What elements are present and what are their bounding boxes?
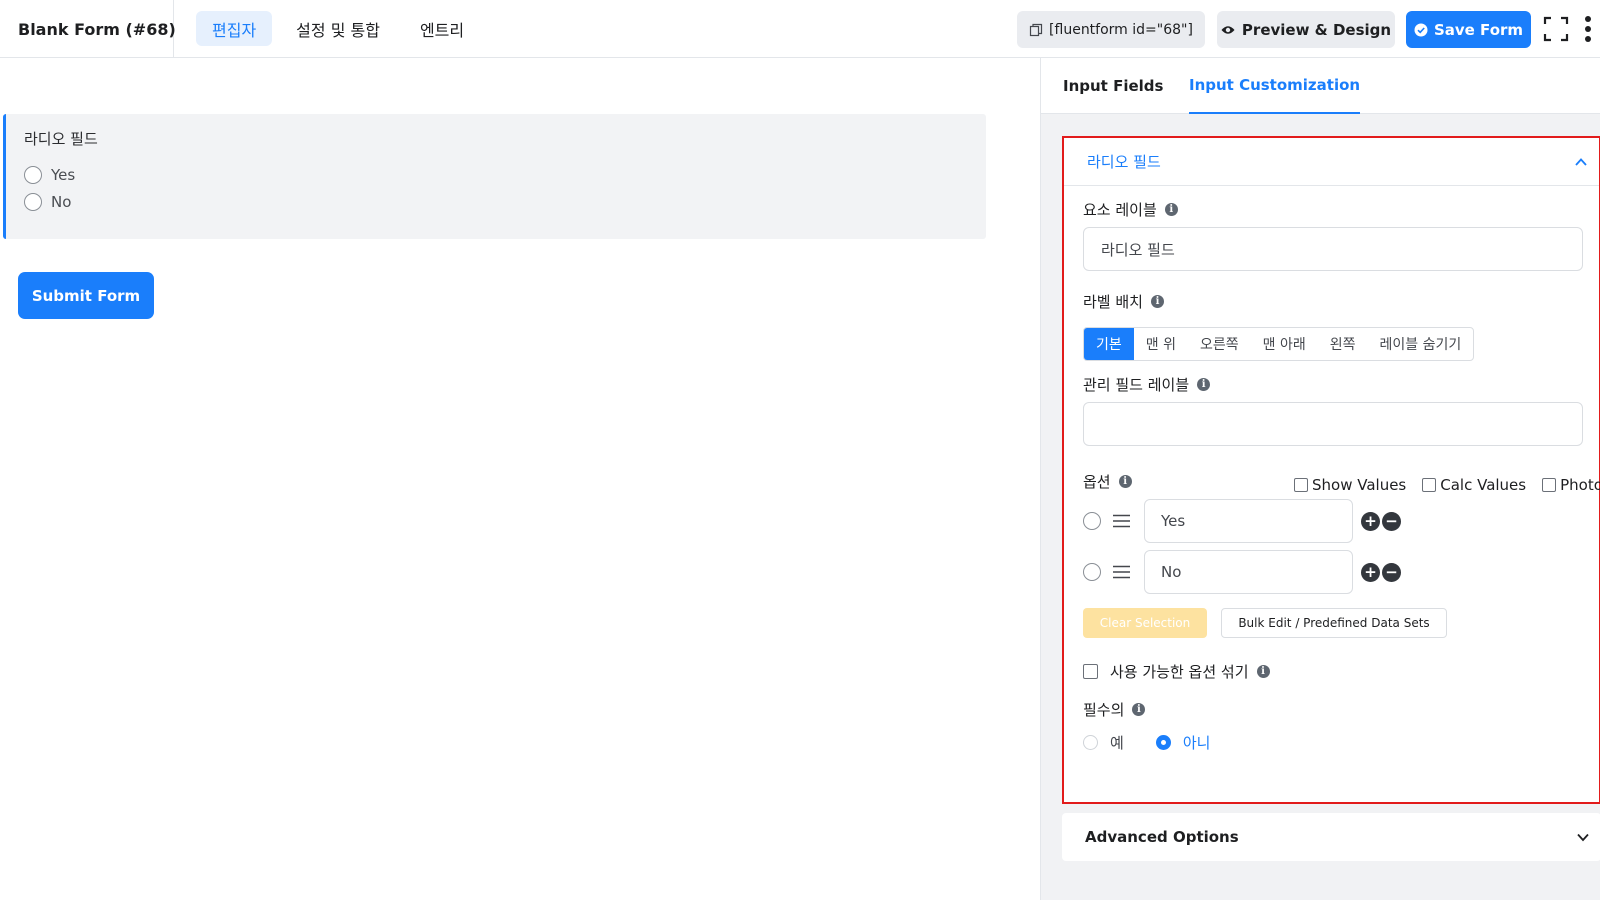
tab-input-fields[interactable]: Input Fields: [1063, 58, 1163, 114]
option-item-no: No + −: [1083, 550, 1401, 594]
option-item-yes: Yes + −: [1083, 499, 1401, 543]
checkbox[interactable]: [1422, 478, 1437, 492]
radio-option-label: Yes: [51, 166, 76, 184]
shuffle-options-row[interactable]: 사용 가능한 옵션 섞기 i: [1083, 661, 1270, 682]
calc-values-label: Calc Values: [1440, 476, 1527, 494]
required-no-radio[interactable]: 아니: [1155, 732, 1211, 753]
add-option-icon[interactable]: +: [1361, 511, 1380, 531]
required-text: 필수의: [1083, 701, 1125, 719]
bulk-edit-button[interactable]: Bulk Edit / Predefined Data Sets: [1221, 608, 1447, 638]
shuffle-checkbox[interactable]: [1083, 664, 1098, 679]
element-label-heading: 요소 레이블 i: [1083, 199, 1178, 220]
chevron-up-icon[interactable]: [1573, 154, 1589, 170]
editor-tabs: 편집자 설정 및 통합 엔트리: [196, 11, 480, 46]
tab-entries[interactable]: 엔트리: [404, 11, 480, 46]
advanced-options-label: Advanced Options: [1085, 828, 1239, 846]
admin-label-heading: 관리 필드 레이블 i: [1083, 374, 1211, 395]
default-select-radio[interactable]: [1083, 563, 1101, 581]
radio-option-no[interactable]: No: [24, 193, 71, 211]
radio-circle[interactable]: [24, 166, 42, 184]
required-yes-radio[interactable]: 예: [1083, 732, 1124, 753]
admin-label-input[interactable]: [1083, 402, 1583, 446]
placement-left[interactable]: 왼쪽: [1318, 328, 1368, 360]
clear-selection-button[interactable]: Clear Selection: [1083, 608, 1207, 638]
options-heading: 옵션 i: [1083, 471, 1132, 492]
checkbox[interactable]: [1542, 478, 1557, 492]
option-value-input[interactable]: Yes: [1144, 499, 1353, 543]
info-icon[interactable]: i: [1150, 295, 1164, 308]
placement-default[interactable]: 기본: [1084, 328, 1134, 360]
preview-design-button[interactable]: Preview & Design: [1217, 11, 1395, 48]
preview-design-label: Preview & Design: [1241, 20, 1392, 39]
show-values-checkbox[interactable]: Show Values: [1294, 476, 1406, 494]
radio-checked[interactable]: [1155, 735, 1171, 750]
shortcode-text: [fluentform id="68"]: [1049, 21, 1193, 38]
form-title: Blank Form (#68): [0, 0, 176, 58]
copy-icon: [1029, 23, 1043, 36]
submit-form-button[interactable]: Submit Form: [18, 272, 154, 319]
element-label-input[interactable]: 라디오 필드: [1083, 227, 1583, 271]
radio-option-yes[interactable]: Yes: [24, 166, 75, 184]
eye-icon: [1221, 25, 1235, 34]
element-label-text: 요소 레이블: [1083, 201, 1157, 219]
save-form-button[interactable]: Save Form: [1406, 11, 1531, 48]
radio-field-settings: 라디오 필드 요소 레이블 i 라디오 필드 라벨 배치 i 기본 맨 위 오른…: [1062, 136, 1600, 804]
drag-handle-icon[interactable]: [1113, 514, 1130, 528]
settings-panel: Input Fields Input Customization 라디오 필드 …: [1040, 58, 1600, 900]
options-text: 옵션: [1083, 473, 1111, 491]
photo-label: Photo: [1560, 476, 1600, 494]
remove-option-icon[interactable]: −: [1382, 511, 1401, 531]
chevron-down-icon[interactable]: [1575, 829, 1591, 845]
default-select-radio[interactable]: [1083, 512, 1101, 530]
radio-option-label: No: [51, 193, 72, 211]
info-icon[interactable]: i: [1164, 203, 1178, 216]
info-icon[interactable]: i: [1197, 378, 1211, 391]
tab-settings-integrations[interactable]: 설정 및 통합: [280, 11, 396, 46]
placement-hide-label[interactable]: 레이블 숨기기: [1367, 328, 1473, 360]
advanced-options-section[interactable]: Advanced Options: [1062, 813, 1600, 861]
admin-label-text: 관리 필드 레이블: [1083, 376, 1190, 394]
tab-editor[interactable]: 편집자: [196, 11, 273, 46]
section-title: 라디오 필드: [1087, 153, 1161, 171]
add-option-icon[interactable]: +: [1361, 562, 1380, 582]
top-bar: Blank Form (#68) 편집자 설정 및 통합 엔트리 [fluent…: [0, 0, 1600, 58]
info-icon[interactable]: i: [1132, 703, 1146, 716]
save-form-label: Save Form: [1433, 20, 1524, 39]
panel-tabs: Input Fields Input Customization: [1041, 58, 1600, 114]
placement-right[interactable]: 오른쪽: [1188, 328, 1251, 360]
label-placement-selector: 기본 맨 위 오른쪽 맨 아래 왼쪽 레이블 숨기기: [1083, 327, 1475, 361]
required-no-label: 아니: [1182, 734, 1211, 752]
section-header[interactable]: 라디오 필드: [1064, 138, 1599, 186]
radio-field-preview[interactable]: 라디오 필드 Yes No: [3, 114, 986, 239]
radio-circle[interactable]: [24, 193, 42, 211]
placement-top[interactable]: 맨 위: [1134, 328, 1188, 360]
radio-field-label: 라디오 필드: [24, 130, 98, 148]
info-icon[interactable]: i: [1256, 665, 1270, 678]
placement-bottom[interactable]: 맨 아래: [1251, 328, 1318, 360]
form-title-text: Blank Form (#68): [18, 19, 176, 39]
option-value-input[interactable]: No: [1144, 550, 1353, 594]
calc-values-checkbox[interactable]: Calc Values: [1422, 476, 1526, 494]
radio-unchecked[interactable]: [1083, 735, 1098, 750]
show-values-label: Show Values: [1312, 476, 1407, 494]
info-icon[interactable]: i: [1118, 475, 1132, 488]
fullscreen-icon[interactable]: [1543, 16, 1569, 42]
check-circle-icon: [1414, 23, 1428, 36]
option-toggles: Show Values Calc Values Photo: [1294, 476, 1600, 494]
shortcode-copy-button[interactable]: [fluentform id="68"]: [1017, 11, 1205, 48]
required-choice: 예 아니: [1083, 732, 1242, 753]
shuffle-label: 사용 가능한 옵션 섞기: [1110, 663, 1249, 681]
drag-handle-icon[interactable]: [1113, 565, 1130, 579]
photo-checkbox[interactable]: Photo: [1542, 476, 1600, 494]
checkbox[interactable]: [1294, 478, 1308, 492]
tab-input-customization[interactable]: Input Customization: [1189, 58, 1361, 114]
required-yes-label: 예: [1110, 734, 1124, 752]
label-placement-text: 라벨 배치: [1083, 293, 1143, 311]
required-heading: 필수의 i: [1083, 699, 1146, 720]
label-placement-heading: 라벨 배치 i: [1083, 291, 1164, 312]
more-vertical-icon[interactable]: [1584, 15, 1592, 43]
remove-option-icon[interactable]: −: [1382, 562, 1401, 582]
